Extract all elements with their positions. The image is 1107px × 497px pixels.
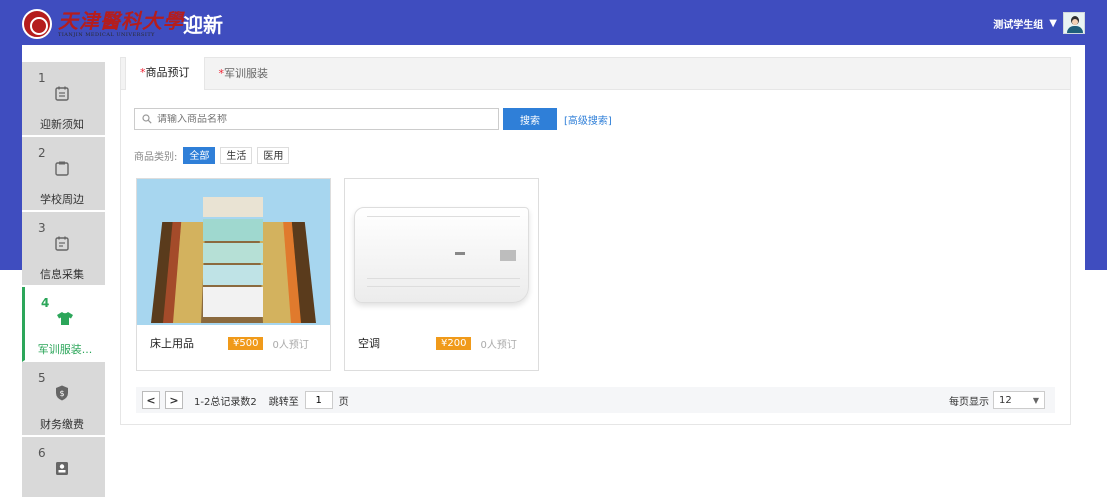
app-title: 迎新 xyxy=(183,13,223,37)
prev-page-button[interactable]: < xyxy=(142,391,160,409)
content-panel: *商品预订 *军训服装 搜索 [高级搜索] 商品类别: 全部 生活 医用 xyxy=(120,57,1071,425)
step-number: 5 xyxy=(38,371,46,385)
page-size-select[interactable]: 12 ▼ xyxy=(993,391,1045,409)
page-size-value: 12 xyxy=(999,394,1012,406)
search-row: 搜索 [高级搜索] xyxy=(134,108,612,130)
step-label: 财务缴费 xyxy=(40,418,84,431)
step-item-military-uniform[interactable]: 4 军训服装... xyxy=(22,287,105,362)
step-label: 信息采集 xyxy=(40,268,84,281)
svg-text:$: $ xyxy=(59,389,64,398)
category-all-button[interactable]: 全部 xyxy=(183,147,216,164)
search-input[interactable] xyxy=(157,113,487,125)
category-daily-button[interactable]: 生活 xyxy=(220,147,253,164)
tshirt-icon xyxy=(56,309,74,327)
university-seal-icon xyxy=(22,9,52,39)
caret-down-icon[interactable]: ▼ xyxy=(1049,18,1057,29)
chevron-down-icon: ▼ xyxy=(1032,395,1039,405)
search-button[interactable]: 搜索 xyxy=(503,108,557,130)
product-booked-count: 0人预订 xyxy=(272,339,309,351)
search-icon xyxy=(142,114,152,124)
tab-bar: *商品预订 *军训服装 xyxy=(121,57,1070,90)
logo-chinese-name: 天津醫科大學 xyxy=(58,9,184,33)
university-logo[interactable]: 天津醫科大學 TIANJIN MEDICAL UNIVERSITY xyxy=(22,8,184,40)
step-number: 3 xyxy=(38,221,46,235)
record-count: 1-2总记录数2 xyxy=(194,396,257,408)
category-medical-button[interactable]: 医用 xyxy=(257,147,290,164)
step-number: 1 xyxy=(38,71,46,85)
jump-label: 跳转至 xyxy=(268,396,299,408)
tab-military-uniform[interactable]: *军训服装 xyxy=(205,58,283,90)
next-page-button[interactable]: > xyxy=(165,391,183,409)
tab-product-booking[interactable]: *商品预订 xyxy=(125,57,205,90)
user-menu[interactable]: 测试学生组 ▼ xyxy=(993,12,1085,34)
product-booked-count: 0人预订 xyxy=(480,339,517,351)
category-label: 商品类别: xyxy=(134,152,178,163)
product-image-bedding[interactable] xyxy=(137,179,330,325)
product-price: ¥500 xyxy=(228,336,264,350)
step-label: 军训服装... xyxy=(37,343,93,356)
avatar[interactable] xyxy=(1063,12,1085,34)
step-item-info-collection[interactable]: 3 信息采集 xyxy=(22,212,105,287)
product-image-air-conditioner[interactable] xyxy=(345,179,538,325)
clipboard-icon xyxy=(53,159,71,177)
logo-english-name: TIANJIN MEDICAL UNIVERSITY xyxy=(58,32,155,38)
top-bar: 天津醫科大學 TIANJIN MEDICAL UNIVERSITY 迎新 测试学… xyxy=(0,0,1107,45)
advanced-search-link[interactable]: [高级搜索] xyxy=(564,112,612,127)
product-name: 床上用品 xyxy=(150,337,194,350)
product-price: ¥200 xyxy=(436,336,472,350)
product-grid: 床上用品 ¥500 0人预订 空调 ¥200 0人预订 xyxy=(136,178,552,371)
step-item-payment[interactable]: 5 $ 财务缴费 xyxy=(22,362,105,437)
step-item-notice[interactable]: 1 迎新须知 xyxy=(22,62,105,137)
page-number-input[interactable] xyxy=(304,391,333,409)
product-card[interactable]: 床上用品 ¥500 0人预订 xyxy=(136,178,331,371)
page-unit: 页 xyxy=(338,396,349,408)
step-number: 6 xyxy=(38,446,46,460)
search-box[interactable] xyxy=(134,108,499,130)
page-size-control: 每页显示 12 ▼ xyxy=(949,391,1045,409)
pagination-bar: < > 1-2总记录数2 跳转至 页 每页显示 12 ▼ xyxy=(136,387,1055,413)
step-label: 迎新须知 xyxy=(40,118,84,131)
step-label: 学校周边 xyxy=(40,193,84,206)
step-item-surroundings[interactable]: 2 学校周边 xyxy=(22,137,105,212)
step-item-6[interactable]: 6 xyxy=(22,437,105,497)
form-icon xyxy=(53,234,71,252)
product-card[interactable]: 空调 ¥200 0人预订 xyxy=(344,178,539,371)
user-name[interactable]: 测试学生组 xyxy=(993,16,1043,31)
step-number: 4 xyxy=(41,296,50,310)
product-name: 空调 xyxy=(358,337,380,350)
page-size-label: 每页显示 xyxy=(949,396,989,408)
step-number: 2 xyxy=(38,146,46,160)
payment-shield-icon: $ xyxy=(53,384,71,402)
id-card-icon xyxy=(53,459,71,477)
step-sidebar: 1 迎新须知 2 学校周边 3 信息采集 4 军训服装... 5 $ 财务缴费 … xyxy=(22,62,105,497)
category-filter: 商品类别: 全部 生活 医用 xyxy=(134,147,294,164)
notice-icon xyxy=(53,84,71,102)
